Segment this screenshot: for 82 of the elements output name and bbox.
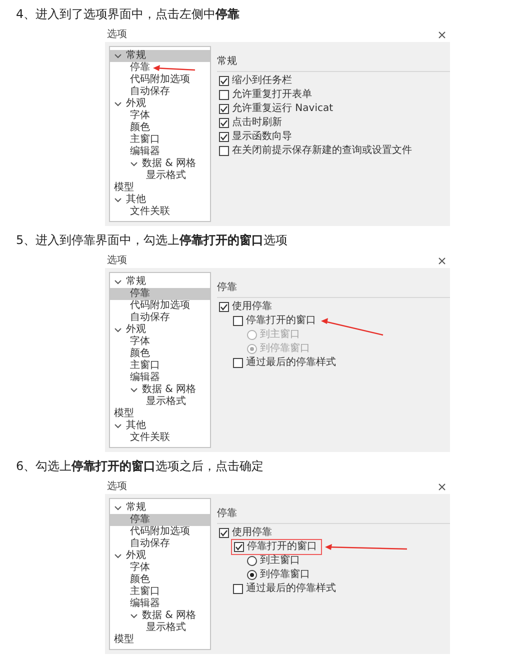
checkbox[interactable] — [234, 542, 244, 552]
tree-item[interactable]: 字体 — [110, 110, 210, 122]
option-label: 显示函数向导 — [232, 131, 292, 143]
tree-item[interactable]: 显示格式 — [110, 170, 210, 182]
checkbox[interactable] — [233, 358, 243, 368]
tree-item[interactable]: 显示格式 — [110, 622, 210, 634]
tree-item[interactable]: 停靠 — [110, 514, 210, 526]
step-heading: 6、勾选上停靠打开的窗口选项之后，点击确定 — [15, 458, 265, 475]
radio-button[interactable] — [247, 570, 257, 580]
tree-item[interactable]: 主窗口 — [110, 360, 210, 372]
option-label: 停靠打开的窗口 — [247, 541, 317, 553]
tree-item[interactable]: 编辑器 — [110, 372, 210, 384]
option-label: 点击时刷新 — [232, 117, 282, 129]
tree-item[interactable]: 外观 — [110, 550, 210, 562]
tree-item[interactable]: 数据 & 网格 — [110, 384, 210, 396]
tree-item[interactable]: 停靠 — [110, 288, 210, 300]
option-label: 在关闭前提示保存新建的查询或设置文件 — [232, 145, 412, 157]
tree-item[interactable]: 代码附加选项 — [110, 526, 210, 538]
tree-item[interactable]: 常规 — [110, 276, 210, 288]
tree-item[interactable]: 显示格式 — [110, 396, 210, 408]
checkbox[interactable] — [219, 76, 229, 86]
tree-item[interactable]: 代码附加选项 — [110, 300, 210, 312]
option-label: 到主窗口 — [260, 329, 300, 341]
tree-item[interactable]: 停靠 — [110, 62, 210, 74]
tree-item[interactable]: 颜色 — [110, 122, 210, 134]
tree-item[interactable]: 数据 & 网格 — [110, 610, 210, 622]
checkbox[interactable] — [219, 132, 229, 142]
step-heading: 5、进入到停靠界面中，勾选上停靠打开的窗口选项 — [15, 232, 289, 249]
tree-item[interactable]: 代码附加选项 — [110, 74, 210, 86]
dialog-title: 选项 — [107, 28, 127, 40]
option-label: 使用停靠 — [232, 527, 272, 539]
tree-item[interactable]: 编辑器 — [110, 598, 210, 610]
tree-item[interactable]: 常规 — [110, 50, 210, 62]
tree-item[interactable]: 模型 — [110, 182, 210, 194]
option-label: 通过最后的停靠样式 — [246, 357, 336, 369]
close-icon[interactable] — [438, 482, 446, 490]
tree-item[interactable]: 数据 & 网格 — [110, 158, 210, 170]
option-label: 使用停靠 — [232, 301, 272, 313]
tree-item[interactable]: 模型 — [110, 634, 210, 646]
tree-item[interactable]: 自动保存 — [110, 538, 210, 550]
group-title: 停靠 — [217, 508, 237, 520]
tree-item[interactable]: 编辑器 — [110, 146, 210, 158]
option-label: 停靠打开的窗口 — [246, 315, 316, 327]
tree-item[interactable]: 其他 — [110, 194, 210, 206]
tree-item[interactable]: 颜色 — [110, 574, 210, 586]
checkbox[interactable] — [219, 104, 229, 114]
dialog-title: 选项 — [107, 254, 127, 266]
tree-item[interactable]: 外观 — [110, 324, 210, 336]
tree-item[interactable]: 其他 — [110, 420, 210, 432]
radio-button[interactable] — [247, 556, 257, 566]
tree-item[interactable]: 文件关联 — [110, 432, 210, 444]
option-label: 允许重复打开表单 — [232, 89, 312, 101]
tree-item[interactable]: 字体 — [110, 336, 210, 348]
checkbox[interactable] — [233, 316, 243, 326]
step-heading: 4、进入到了选项界面中，点击左侧中停靠 — [15, 6, 241, 23]
checkbox[interactable] — [219, 528, 229, 538]
option-label: 到停靠窗口 — [260, 569, 310, 581]
close-icon[interactable] — [438, 30, 446, 38]
option-label: 允许重复运行 Navicat — [232, 103, 334, 115]
tree-item[interactable]: 自动保存 — [110, 86, 210, 98]
option-label: 到主窗口 — [260, 555, 300, 567]
tree-item[interactable]: 主窗口 — [110, 134, 210, 146]
close-icon[interactable] — [438, 256, 446, 264]
checkbox[interactable] — [233, 584, 243, 594]
group-title: 停靠 — [217, 282, 237, 294]
option-label: 到停靠窗口 — [260, 343, 310, 355]
tree-item[interactable]: 外观 — [110, 98, 210, 110]
tree-item[interactable]: 字体 — [110, 562, 210, 574]
dialog-title: 选项 — [107, 480, 127, 492]
group-title: 常规 — [217, 56, 237, 68]
tree-item[interactable]: 主窗口 — [110, 586, 210, 598]
checkbox[interactable] — [219, 302, 229, 312]
tree-item[interactable]: 文件关联 — [110, 206, 210, 218]
tree-item[interactable]: 自动保存 — [110, 312, 210, 324]
option-label: 通过最后的停靠样式 — [246, 583, 336, 595]
option-label: 缩小到任务栏 — [232, 75, 292, 87]
checkbox[interactable] — [219, 118, 229, 128]
tree-item[interactable]: 颜色 — [110, 348, 210, 360]
checkbox[interactable] — [219, 146, 229, 156]
checkbox[interactable] — [219, 90, 229, 100]
tree-item[interactable]: 常规 — [110, 502, 210, 514]
tree-item[interactable]: 模型 — [110, 408, 210, 420]
